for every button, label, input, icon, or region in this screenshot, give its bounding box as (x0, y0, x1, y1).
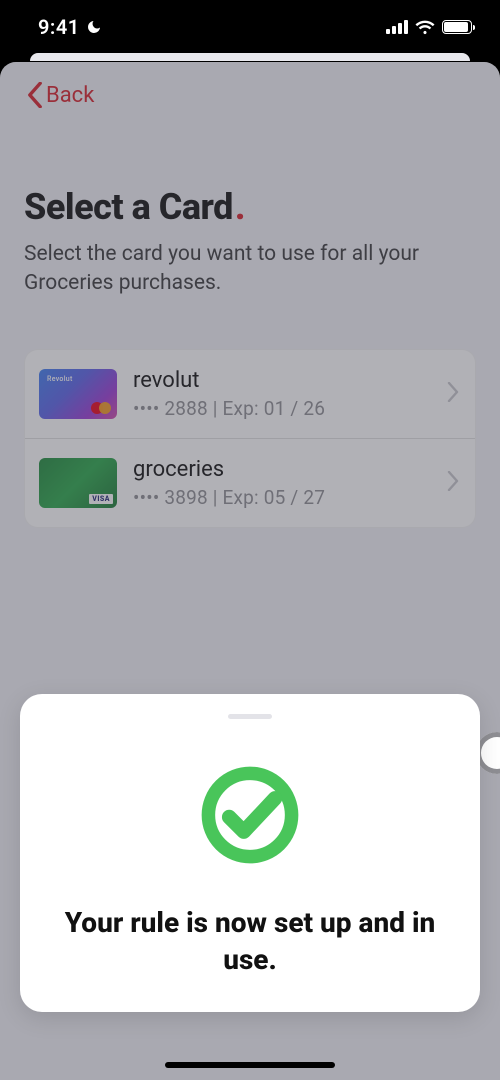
device-frame: 9:41 Back (0, 0, 500, 1080)
checkmark-circle-icon (198, 763, 302, 867)
page-sheet: Back Select a Card . Select the card you… (0, 62, 500, 1080)
success-icon-wrap (44, 763, 456, 867)
confirmation-modal: Your rule is now set up and in use. (20, 694, 480, 1012)
do-not-disturb-icon (86, 19, 102, 35)
status-left: 9:41 (38, 15, 102, 39)
status-time: 9:41 (38, 15, 80, 39)
confirmation-message: Your rule is now set up and in use. (44, 905, 456, 978)
modal-grab-handle[interactable] (228, 714, 272, 719)
sheet-pull-indicator (30, 53, 470, 61)
home-indicator[interactable] (165, 1062, 335, 1068)
cellular-signal-icon (386, 20, 408, 34)
battery-icon (442, 20, 472, 34)
status-bar: 9:41 (0, 0, 500, 54)
wifi-icon (415, 19, 435, 35)
status-right (386, 19, 472, 35)
